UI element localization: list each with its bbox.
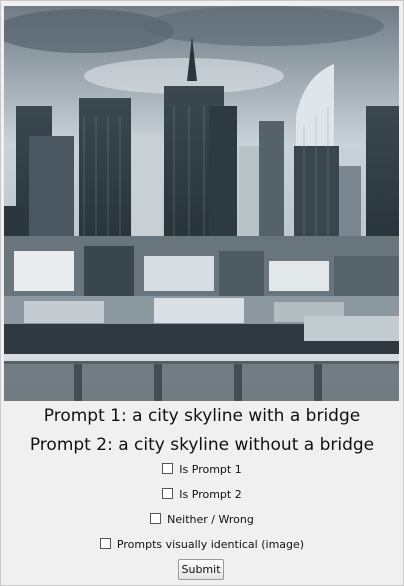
skyline-photo	[4, 6, 399, 401]
option-is-prompt-2[interactable]: Is Prompt 2	[1, 488, 403, 501]
option-prompts-identical[interactable]: Prompts visually identical (image)	[1, 538, 403, 551]
checkbox-is-prompt-1[interactable]	[162, 463, 174, 474]
option-neither-wrong[interactable]: Neither / Wrong	[1, 513, 403, 526]
option-label: Is Prompt 1	[179, 463, 242, 476]
checkbox-prompts-identical[interactable]	[99, 538, 111, 549]
option-is-prompt-1[interactable]: Is Prompt 1	[1, 463, 403, 476]
checkbox-is-prompt-2[interactable]	[162, 488, 174, 499]
prompt-1-text: Prompt 1: a city skyline with a bridge	[43, 406, 361, 426]
option-label: Is Prompt 2	[179, 488, 242, 501]
prompt-2-text: Prompt 2: a city skyline without a bridg…	[29, 435, 375, 455]
submit-button[interactable]: Submit	[178, 559, 224, 580]
annotation-window: Prompt 1: a city skyline with a bridge P…	[0, 0, 404, 586]
checkbox-neither-wrong[interactable]	[150, 513, 162, 524]
city-skyline-image	[4, 6, 399, 401]
option-label: Prompts visually identical (image)	[116, 538, 305, 551]
option-label: Neither / Wrong	[167, 513, 254, 526]
